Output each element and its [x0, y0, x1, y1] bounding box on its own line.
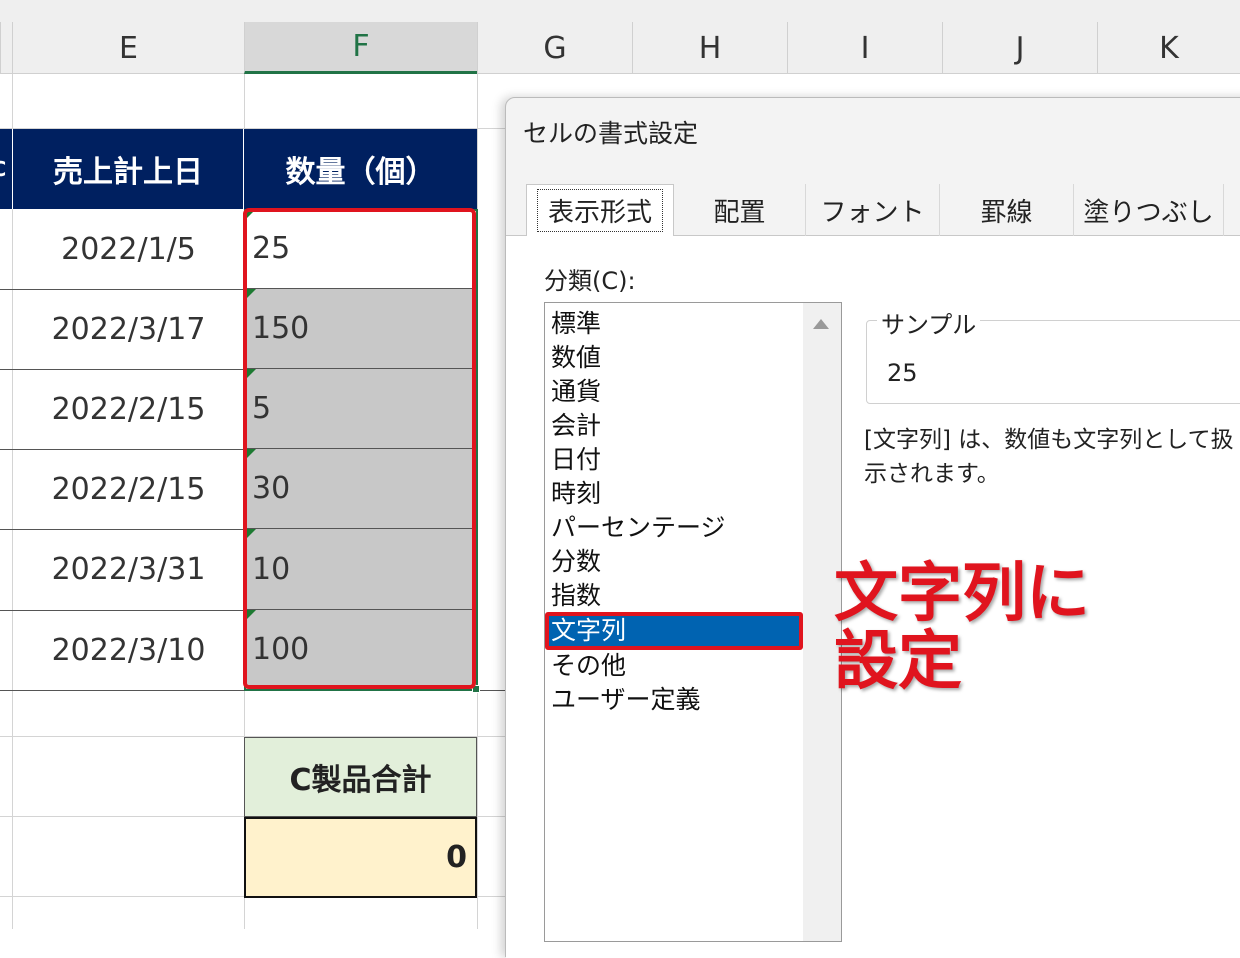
summary-value-cell[interactable]: 0 — [244, 817, 477, 898]
date-value: 2022/3/31 — [51, 552, 206, 587]
tab-fill[interactable]: 塗りつぶし — [1074, 184, 1224, 236]
date-value: 2022/1/5 — [61, 231, 196, 267]
column-header-e[interactable]: E — [12, 22, 244, 74]
header-cell-partial: C — [0, 129, 13, 209]
sample-value: 25 — [887, 359, 918, 387]
summary-value: 0 — [446, 840, 467, 875]
column-header-label: E — [119, 30, 138, 66]
list-item[interactable]: パーセンテージ — [551, 511, 726, 545]
tab-number[interactable]: 表示形式 — [526, 184, 674, 236]
list-item[interactable]: 時刻 — [551, 477, 601, 511]
tab-label: 罫線 — [980, 197, 1033, 228]
column-header-f[interactable]: F — [244, 22, 477, 74]
list-item[interactable]: ユーザー定義 — [551, 683, 701, 717]
format-cells-dialog: セルの書式設定 表示形式 配置 フォント 罫線 塗りつぶし 分類(C): 標準 … — [505, 97, 1240, 958]
header-cell-label: 数量（個） — [285, 155, 436, 190]
column-header-k[interactable]: K — [1097, 22, 1240, 74]
date-value: 2022/3/17 — [51, 311, 206, 347]
list-item[interactable]: 指数 — [551, 579, 601, 613]
column-header-bar: E F G H I J K — [0, 0, 1240, 74]
header-cell-label: 売上計上日 — [53, 155, 203, 190]
column-header-g[interactable]: G — [477, 22, 632, 74]
date-cell[interactable]: 2022/3/17 — [14, 289, 243, 369]
date-cell[interactable]: 2022/2/15 — [14, 369, 243, 449]
date-value: 2022/2/15 — [51, 391, 206, 427]
list-item[interactable]: 標準 — [551, 307, 601, 341]
description-line-2: 示されます。 — [864, 461, 1000, 487]
summary-label-cell[interactable]: C製品合計 — [244, 737, 477, 817]
tab-font[interactable]: フォント — [806, 184, 940, 236]
annotation-callout: 文字列に 設定 — [834, 560, 1090, 696]
summary-label: C製品合計 — [289, 763, 432, 798]
category-label: 分類(C): — [544, 267, 636, 295]
date-value: 2022/3/10 — [51, 632, 206, 668]
highlight-box-text-category — [545, 612, 803, 650]
date-cell[interactable]: 2022/2/15 — [14, 449, 243, 529]
list-item[interactable]: 通貨 — [551, 375, 601, 409]
date-cell[interactable]: 2022/3/31 — [14, 529, 243, 610]
tab-label: 塗りつぶし — [1083, 197, 1214, 228]
dialog-title: セルの書式設定 — [523, 119, 699, 148]
date-cell[interactable]: 2022/3/10 — [14, 610, 243, 690]
list-item[interactable]: 会計 — [551, 409, 601, 443]
tab-label: 表示形式 — [536, 189, 664, 232]
tab-label: フォント — [820, 197, 925, 228]
list-item[interactable]: その他 — [551, 649, 626, 683]
tab-border[interactable]: 罫線 — [940, 184, 1074, 236]
header-cell-label: C — [0, 157, 6, 181]
header-cell-quantity[interactable]: 数量（個） — [244, 129, 477, 209]
header-cell-date[interactable]: 売上計上日 — [13, 129, 244, 209]
column-header-label: F — [352, 29, 370, 64]
scroll-up-arrow-icon[interactable] — [813, 319, 829, 329]
column-header-j[interactable]: J — [942, 22, 1097, 74]
list-item[interactable]: 日付 — [551, 443, 601, 477]
date-value: 2022/2/15 — [51, 471, 206, 507]
column-header-label: K — [1159, 30, 1179, 66]
list-item[interactable]: 分数 — [551, 545, 601, 579]
highlight-box-quantity — [243, 208, 476, 689]
column-header-label: I — [860, 30, 870, 66]
tab-alignment[interactable]: 配置 — [674, 184, 806, 236]
annotation-line-2: 設定 — [834, 625, 962, 699]
description-line-1: [文字列] は、数値も文字列として扱 — [864, 427, 1234, 453]
column-header-label: J — [1015, 30, 1025, 66]
tab-label: 配置 — [713, 197, 766, 228]
sample-group: サンプル 25 — [866, 305, 1240, 404]
date-cell[interactable]: 2022/1/5 — [14, 209, 243, 289]
sample-label: サンプル — [877, 305, 981, 340]
list-item[interactable]: 数値 — [551, 341, 601, 375]
annotation-line-1: 文字列に — [834, 557, 1090, 631]
column-header-label: G — [543, 30, 567, 66]
column-header-i[interactable]: I — [787, 22, 942, 74]
column-header-label: H — [698, 30, 722, 66]
sheet-grid[interactable]: C 売上計上日 数量（個） 2022/1/5 2022/3/17 2022/2/… — [0, 74, 510, 929]
category-listbox[interactable]: 標準 数値 通貨 会計 日付 時刻 パーセンテージ 分数 指数 文字列 その他 … — [544, 302, 842, 942]
column-header-h[interactable]: H — [632, 22, 787, 74]
column-header-d[interactable] — [0, 22, 12, 74]
